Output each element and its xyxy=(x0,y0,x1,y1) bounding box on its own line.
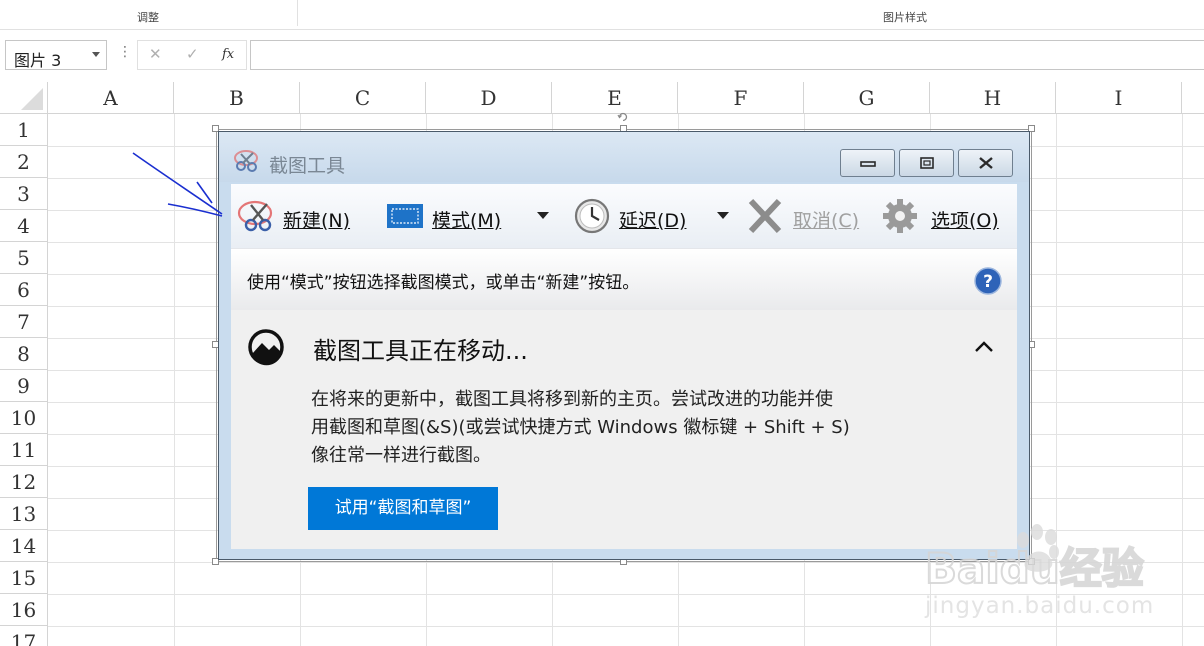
column-header-i[interactable]: I xyxy=(1056,82,1182,114)
notice-body-line: 像往常一样进行截图。 xyxy=(311,445,491,466)
scissors-icon xyxy=(234,150,258,172)
options-label: 选项(O) xyxy=(931,210,999,232)
row-header-17[interactable]: 17 xyxy=(0,626,48,646)
cancel-formula-button[interactable]: ✕ xyxy=(149,45,162,63)
window-title: 截图工具 xyxy=(269,155,346,177)
column-header-g[interactable]: G xyxy=(804,82,930,114)
notice-body: 在将来的更新中，截图工具将移到新的主页。尝试改进的功能并使 用截图和草图(&S)… xyxy=(311,386,850,470)
row-header-11[interactable]: 11 xyxy=(0,434,48,466)
select-all-button[interactable] xyxy=(0,82,48,114)
maximize-button[interactable] xyxy=(899,149,954,177)
maximize-icon xyxy=(919,157,934,169)
formula-bar: 图片 3 ⋮ ✕ ✓ fx xyxy=(0,30,1204,78)
rectangle-snip-icon xyxy=(387,204,423,228)
row-header-8[interactable]: 8 xyxy=(0,338,48,370)
column-header-e[interactable]: E xyxy=(552,82,678,114)
ribbon-group-strip: 调整 图片样式 xyxy=(0,0,1204,30)
column-header-b[interactable]: B xyxy=(174,82,300,114)
more-options-icon[interactable]: ⋮ xyxy=(118,44,132,60)
formula-input[interactable] xyxy=(250,40,1204,70)
row-header-3[interactable]: 3 xyxy=(0,178,48,210)
snip-and-sketch-icon xyxy=(248,329,284,366)
delay-label: 延迟(D) xyxy=(619,210,687,232)
hint-bar: 使用“模式”按钮选择截图模式，或单击“新建”按钮。 ? xyxy=(231,248,1017,310)
ribbon-group-picture-styles: 图片样式 xyxy=(883,11,927,24)
gridline xyxy=(48,626,1204,627)
cancel-label: 取消(C) xyxy=(793,210,860,232)
notice-title: 截图工具正在移动... xyxy=(313,337,528,365)
chevron-down-icon[interactable] xyxy=(717,212,729,219)
row-header-13[interactable]: 13 xyxy=(0,498,48,530)
watermark-url: jingyan.baidu.com xyxy=(925,593,1155,619)
column-header-a[interactable]: A xyxy=(48,82,174,114)
column-header-c[interactable]: C xyxy=(300,82,426,114)
gridline xyxy=(174,114,175,646)
scissors-icon xyxy=(237,200,273,232)
snipping-tool-titlebar[interactable]: 截图工具 xyxy=(219,132,1029,182)
snipping-tool-window[interactable]: 截图工具 新建(N) 模式(M) 延迟(D) 取消(C) 选项(O) 使用“模式… xyxy=(218,131,1030,560)
close-icon xyxy=(748,198,782,234)
row-header-16[interactable]: 16 xyxy=(0,594,48,626)
select-all-triangle-icon xyxy=(21,88,43,110)
row-header-5[interactable]: 5 xyxy=(0,242,48,274)
row-header-14[interactable]: 14 xyxy=(0,530,48,562)
watermark-brand: Baidu经验 xyxy=(925,544,1144,593)
chevron-down-icon[interactable] xyxy=(92,52,100,57)
snipping-toolbar: 新建(N) 模式(M) 延迟(D) 取消(C) 选项(O) xyxy=(231,184,1017,248)
options-button[interactable]: 选项(O) xyxy=(881,198,1007,234)
excel-window: 调整 图片样式 图片 3 ⋮ ✕ ✓ fx A B C D E F G H I xyxy=(0,0,1204,646)
name-box[interactable]: 图片 3 xyxy=(5,40,107,70)
column-header-f[interactable]: F xyxy=(678,82,804,114)
chevron-up-icon[interactable] xyxy=(973,338,995,354)
close-button[interactable] xyxy=(958,149,1013,177)
gridline xyxy=(1182,114,1183,646)
insert-function-button[interactable]: fx xyxy=(222,47,234,62)
cancel-snip-button[interactable]: 取消(C) xyxy=(747,198,867,234)
ribbon-separator xyxy=(297,0,298,26)
new-label: 新建(N) xyxy=(283,210,351,232)
snipping-tool-client: 新建(N) 模式(M) 延迟(D) 取消(C) 选项(O) 使用“模式”按钮选择… xyxy=(231,184,1017,549)
notice-body-line: 在将来的更新中，截图工具将移到新的主页。尝试改进的功能并使 xyxy=(311,389,833,410)
column-header-row: A B C D E F G H I xyxy=(0,82,1204,114)
svg-text:?: ? xyxy=(983,272,993,292)
help-icon[interactable]: ? xyxy=(974,267,1002,295)
ribbon-group-adjust: 调整 xyxy=(137,11,159,24)
row-header-4[interactable]: 4 xyxy=(0,210,48,242)
new-snip-button[interactable]: 新建(N) xyxy=(237,198,361,234)
gear-icon xyxy=(883,199,917,233)
row-header-6[interactable]: 6 xyxy=(0,274,48,306)
notice-body-line: 用截图和草图(&S)(或尝试快捷方式 Windows 徽标键 + Shift +… xyxy=(311,417,850,438)
row-header-10[interactable]: 10 xyxy=(0,402,48,434)
try-snip-sketch-button[interactable]: 试用“截图和草图” xyxy=(308,487,498,530)
row-header-12[interactable]: 12 xyxy=(0,466,48,498)
row-header-9[interactable]: 9 xyxy=(0,370,48,402)
chevron-down-icon[interactable] xyxy=(537,212,549,219)
row-header-7[interactable]: 7 xyxy=(0,306,48,338)
minimize-icon xyxy=(859,161,876,167)
delay-button[interactable]: 延迟(D) xyxy=(573,198,733,234)
name-box-value: 图片 3 xyxy=(14,51,62,70)
row-header-15[interactable]: 15 xyxy=(0,562,48,594)
column-header-h[interactable]: H xyxy=(930,82,1056,114)
column-header-d[interactable]: D xyxy=(426,82,552,114)
rotate-handle-icon[interactable] xyxy=(617,110,629,122)
mode-label: 模式(M) xyxy=(432,210,502,232)
enter-formula-button[interactable]: ✓ xyxy=(186,45,199,63)
mode-button[interactable]: 模式(M) xyxy=(385,198,549,234)
row-header-1[interactable]: 1 xyxy=(0,114,48,146)
move-notice-panel: 截图工具正在移动... 在将来的更新中，截图工具将移到新的主页。尝试改进的功能并… xyxy=(231,310,1017,549)
minimize-button[interactable] xyxy=(840,149,895,177)
clock-icon xyxy=(574,198,610,234)
hint-text: 使用“模式”按钮选择截图模式，或单击“新建”按钮。 xyxy=(247,273,640,293)
row-header-2[interactable]: 2 xyxy=(0,146,48,178)
close-icon xyxy=(978,157,993,169)
formula-buttons: ✕ ✓ fx xyxy=(137,40,247,70)
